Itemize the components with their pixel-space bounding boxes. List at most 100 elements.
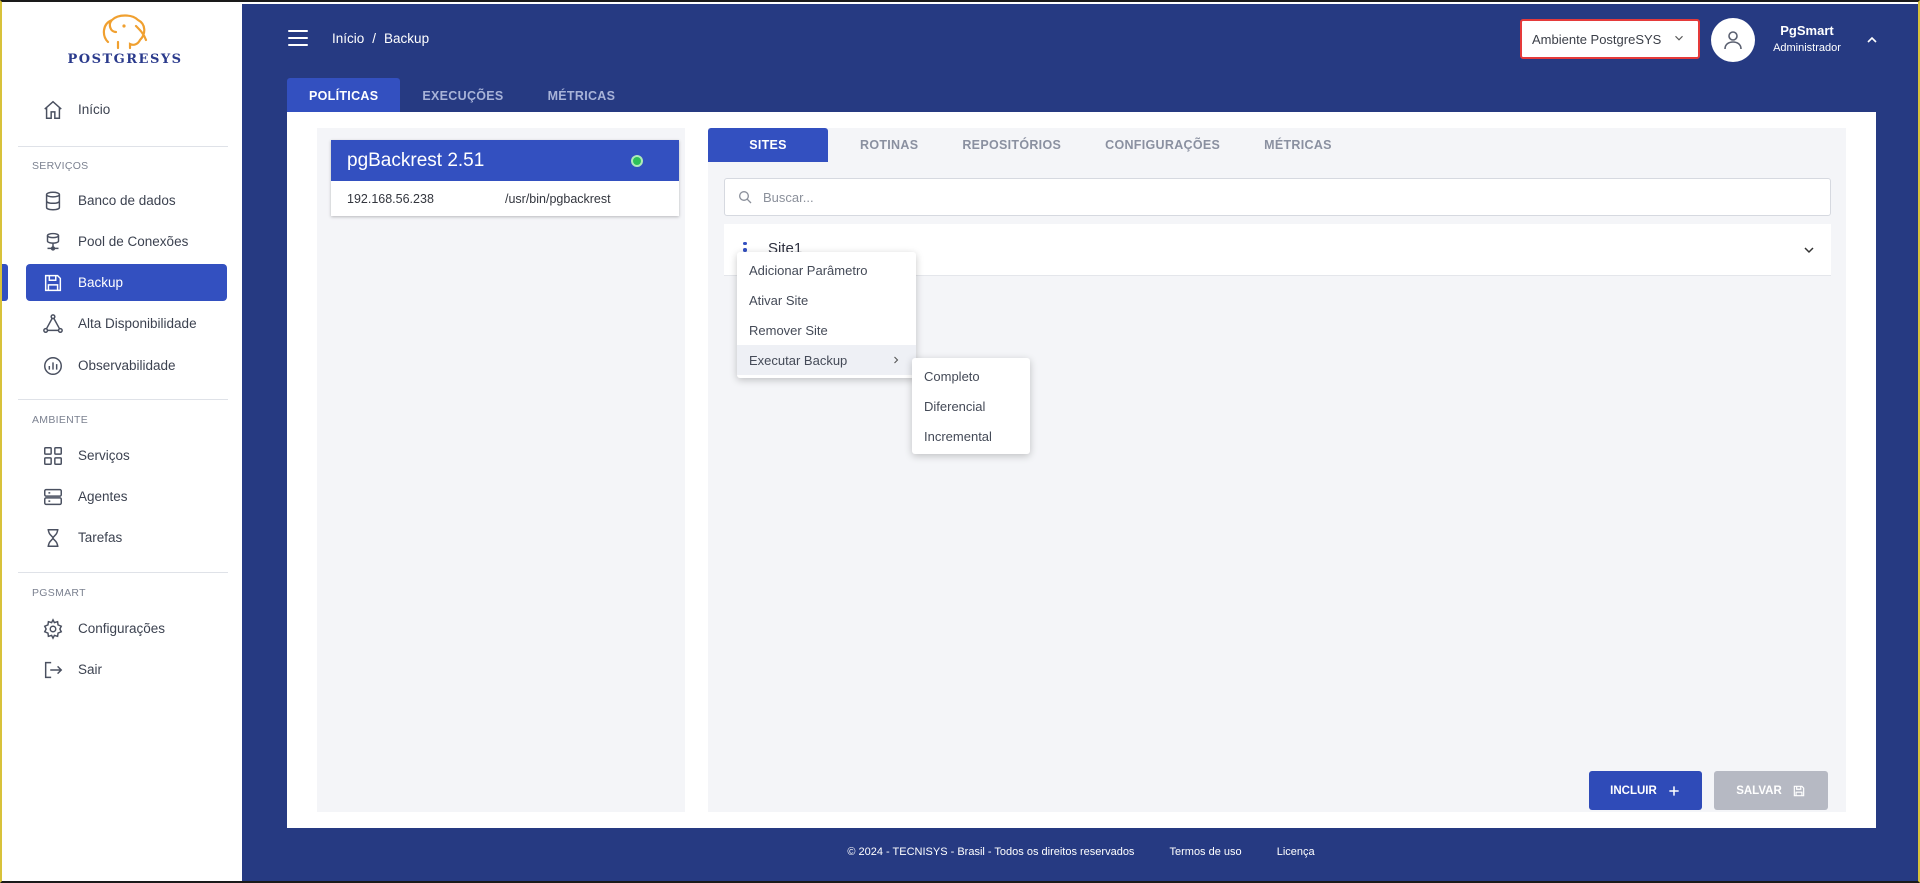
user-name: PgSmart bbox=[1780, 23, 1834, 38]
inner-tabs: SITES ROTINAS REPOSITÓRIOS CONFIGURAÇÕES… bbox=[708, 128, 1354, 162]
sidebar-item-label: Pool de Conexões bbox=[78, 234, 189, 249]
section-label-servicos: SERVIÇOS bbox=[32, 160, 89, 172]
menu-item-remover-site[interactable]: Remover Site bbox=[737, 315, 916, 345]
divider bbox=[18, 399, 228, 400]
context-menu: Adicionar Parâmetro Ativar Site Remover … bbox=[737, 252, 916, 378]
user-icon bbox=[1724, 31, 1742, 50]
sidebar-item-label: Alta Disponibilidade bbox=[78, 316, 197, 331]
chart-icon bbox=[41, 354, 65, 378]
save-icon bbox=[41, 271, 65, 295]
database-icon bbox=[41, 189, 65, 213]
menu-item-ativar-site[interactable]: Ativar Site bbox=[737, 285, 916, 315]
footer: © 2024 - TECNISYS - Brasil - Todos os di… bbox=[242, 846, 1918, 858]
grid-icon bbox=[41, 444, 65, 468]
footer-terms-link[interactable]: Termos de uso bbox=[1170, 846, 1242, 858]
sidebar-item-pool-de-conexoes[interactable]: Pool de Conexões bbox=[26, 223, 227, 260]
search-input[interactable] bbox=[763, 189, 1763, 205]
save-icon bbox=[1793, 785, 1805, 796]
sidebar-item-agentes[interactable]: Agentes bbox=[26, 478, 227, 515]
sidebar-item-label: Observabilidade bbox=[78, 358, 176, 373]
section-label-ambiente: AMBIENTE bbox=[32, 414, 89, 426]
backup-submenu: Completo Diferencial Incremental bbox=[912, 358, 1030, 454]
tab-rotinas[interactable]: ROTINAS bbox=[838, 128, 940, 162]
salvar-button-label: SALVAR bbox=[1736, 784, 1782, 797]
divider bbox=[18, 572, 228, 573]
tab-politicas[interactable]: POLÍTICAS bbox=[287, 78, 401, 114]
sidebar-item-observabilidade[interactable]: Observabilidade bbox=[26, 347, 227, 384]
main-area: Início / Backup Ambiente PostgreSYS PgSm… bbox=[242, 4, 1918, 881]
sidebar-item-backup[interactable]: Backup bbox=[2, 264, 227, 301]
agent-title: pgBackrest 2.51 bbox=[347, 149, 485, 171]
tab-metricas-inner[interactable]: MÉTRICAS bbox=[1242, 128, 1354, 162]
sites-panel: SITES ROTINAS REPOSITÓRIOS CONFIGURAÇÕES… bbox=[708, 128, 1846, 812]
environment-select-value: Ambiente PostgreSYS bbox=[1532, 31, 1662, 47]
logo-text: POSTGRESYS bbox=[67, 52, 183, 67]
search-icon bbox=[737, 189, 753, 205]
hourglass-icon bbox=[41, 526, 65, 550]
divider bbox=[18, 146, 228, 147]
tab-configuracoes[interactable]: CONFIGURAÇÕES bbox=[1083, 128, 1242, 162]
incluir-button[interactable]: INCLUIR bbox=[1589, 771, 1702, 810]
footer-license-link[interactable]: Licença bbox=[1277, 846, 1315, 858]
top-tabs: POLÍTICAS EXECUÇÕES MÉTRICAS bbox=[287, 78, 637, 114]
user-role: Administrador bbox=[1773, 42, 1841, 54]
app-window: POSTGRESYS Início SERVIÇOS Banco de dado… bbox=[0, 0, 1920, 883]
sidebar-item-tarefas[interactable]: Tarefas bbox=[26, 519, 227, 556]
sidebar-item-label: Tarefas bbox=[78, 530, 123, 545]
agents-panel: pgBackrest 2.51 192.168.56.238 /usr/bin/… bbox=[317, 128, 685, 812]
logout-icon bbox=[41, 658, 65, 682]
sidebar-item-label: Banco de dados bbox=[78, 193, 176, 208]
plus-icon bbox=[1669, 785, 1679, 796]
sidebar-item-servicos[interactable]: Serviços bbox=[26, 437, 227, 474]
tab-execucoes[interactable]: EXECUÇÕES bbox=[400, 78, 525, 114]
sidebar-item-inicio[interactable]: Início bbox=[26, 91, 227, 128]
breadcrumb-inicio[interactable]: Início bbox=[332, 31, 364, 46]
chevron-up-icon[interactable] bbox=[1864, 32, 1880, 48]
chevron-down-icon bbox=[1675, 35, 1683, 41]
tab-sites[interactable]: SITES bbox=[708, 128, 828, 162]
sidebar-item-alta-disponibilidade[interactable]: Alta Disponibilidade bbox=[26, 305, 227, 342]
chevron-down-icon[interactable] bbox=[1801, 242, 1817, 258]
agent-card-header: pgBackrest 2.51 bbox=[331, 140, 679, 181]
gear-icon bbox=[41, 617, 65, 641]
environment-select[interactable]: Ambiente PostgreSYS bbox=[1520, 19, 1700, 59]
breadcrumb: Início / Backup bbox=[332, 31, 429, 46]
submenu-item-incremental[interactable]: Incremental bbox=[912, 421, 1030, 451]
sidebar-item-label: Início bbox=[78, 102, 111, 117]
avatar[interactable] bbox=[1711, 18, 1755, 62]
connection-pool-icon bbox=[41, 230, 65, 254]
sidebar-item-sair[interactable]: Sair bbox=[26, 651, 227, 688]
agent-ip: 192.168.56.238 bbox=[347, 191, 434, 206]
submenu-item-completo[interactable]: Completo bbox=[912, 361, 1030, 391]
incluir-button-label: INCLUIR bbox=[1610, 784, 1657, 797]
server-icon bbox=[41, 485, 65, 509]
sidebar-item-label: Agentes bbox=[78, 489, 128, 504]
menu-item-label: Executar Backup bbox=[749, 352, 848, 368]
hamburger-menu-icon[interactable] bbox=[288, 30, 308, 46]
submenu-item-diferencial[interactable]: Diferencial bbox=[912, 391, 1030, 421]
sidebar-item-label: Backup bbox=[78, 275, 124, 290]
chevron-right-icon bbox=[894, 356, 899, 364]
sidebar-item-label: Serviços bbox=[78, 448, 130, 463]
tab-metricas[interactable]: MÉTRICAS bbox=[526, 78, 638, 114]
sidebar-item-banco-de-dados[interactable]: Banco de dados bbox=[26, 182, 227, 219]
salvar-button[interactable]: SALVAR bbox=[1714, 771, 1828, 810]
agent-path: /usr/bin/pgbackrest bbox=[505, 191, 611, 206]
section-label-pgsmart: PGSMART bbox=[32, 587, 86, 599]
network-icon bbox=[41, 312, 65, 336]
content-panel: pgBackrest 2.51 192.168.56.238 /usr/bin/… bbox=[287, 112, 1876, 828]
menu-item-adicionar-parametro[interactable]: Adicionar Parâmetro bbox=[737, 255, 916, 285]
home-icon bbox=[41, 98, 65, 122]
search-box bbox=[724, 178, 1831, 216]
sidebar-item-configuracoes[interactable]: Configurações bbox=[26, 610, 227, 647]
status-online-icon bbox=[631, 155, 643, 167]
postgresys-logo[interactable]: POSTGRESYS bbox=[40, 12, 210, 72]
sidebar: POSTGRESYS Início SERVIÇOS Banco de dado… bbox=[2, 4, 242, 881]
sidebar-item-label: Configurações bbox=[78, 621, 166, 636]
sidebar-item-label: Sair bbox=[78, 662, 103, 677]
tab-repositorios[interactable]: REPOSITÓRIOS bbox=[940, 128, 1083, 162]
menu-item-executar-backup[interactable]: Executar Backup bbox=[737, 345, 916, 375]
elephant-logo-icon bbox=[102, 14, 148, 50]
breadcrumb-separator: / bbox=[372, 31, 377, 46]
agent-card[interactable]: pgBackrest 2.51 192.168.56.238 /usr/bin/… bbox=[331, 140, 679, 216]
